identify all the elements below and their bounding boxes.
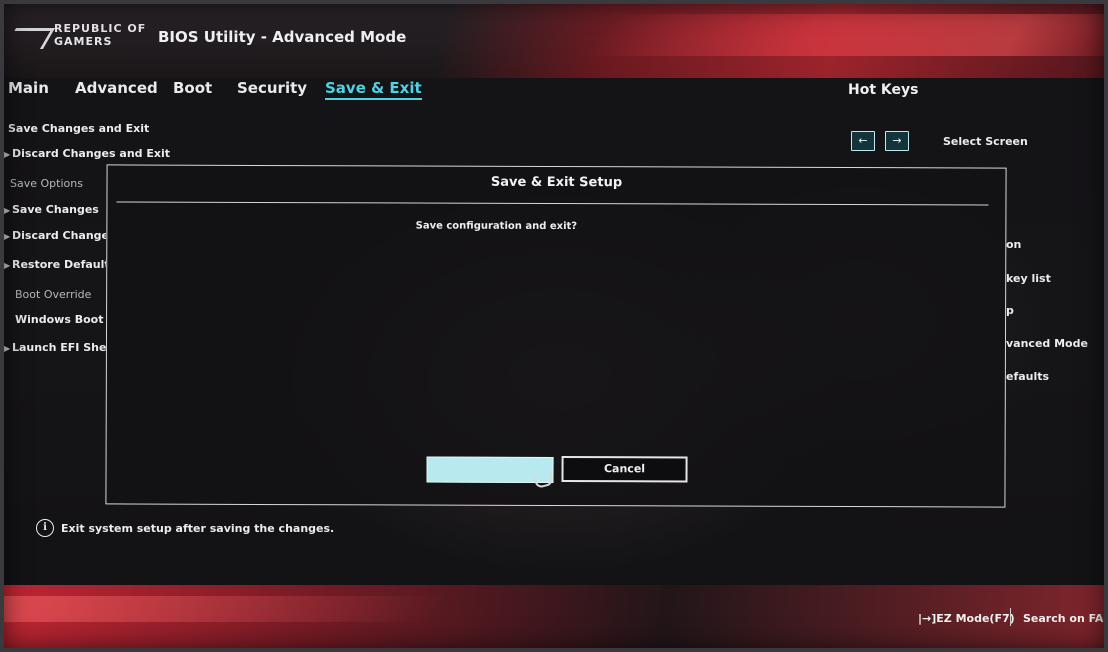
- arrow-right-key-icon: →: [885, 131, 909, 151]
- section-label: Boot Override: [15, 288, 92, 301]
- dialog-message: Save configuration and exit?: [415, 220, 578, 233]
- menu-label: Save Changes and Exit: [8, 122, 150, 135]
- app-title: BIOS Utility - Advanced Mode: [158, 28, 407, 46]
- hotkey-label-partial: on: [1006, 238, 1022, 251]
- menu-label: Windows Boot Manager: [15, 313, 106, 326]
- rog-logo: REPUBLIC OF GAMERS: [3, 22, 150, 54]
- tab-boot[interactable]: Boot: [173, 79, 212, 97]
- menu-windows-boot-manager[interactable]: Windows Boot Manager: [15, 313, 106, 326]
- footer-red-stripe: [0, 596, 450, 622]
- mouse-cursor-icon: [533, 470, 554, 490]
- arrow-right-icon: ▶: [4, 206, 11, 215]
- hotkey-label-partial: efaults: [1006, 370, 1050, 383]
- hotkey-label-partial: p: [1006, 304, 1014, 317]
- menu-restore-defaults[interactable]: ▶ Restore Defaults: [4, 258, 106, 271]
- menu-label: Discard Changes and Exit: [12, 147, 170, 160]
- info-icon: i: [36, 519, 54, 537]
- menu-label: Launch EFI Shell: [12, 341, 106, 354]
- menu-label: Save Changes: [12, 203, 99, 216]
- hotkeys-title: Hot Keys: [848, 82, 919, 98]
- arrow-right-icon: ▶: [4, 344, 11, 353]
- hotkey-label-partial: vanced Mode: [1006, 337, 1088, 350]
- rog-eye-icon: [3, 28, 56, 49]
- save-exit-dialog: Save & Exit Setup Save configuration and…: [105, 164, 1007, 508]
- menu-save-changes-and-exit[interactable]: Save Changes and Exit: [8, 122, 149, 135]
- dialog-divider: [116, 201, 989, 206]
- footer-divider: [1010, 608, 1011, 626]
- menu-discard-changes[interactable]: ▶ Discard Changes: [4, 229, 106, 242]
- header-red-stripe: [587, 14, 1108, 56]
- menu-launch-efi-shell[interactable]: ▶ Launch EFI Shell: [4, 341, 106, 354]
- menu-label: Restore Defaults: [12, 258, 106, 271]
- hotkey-select-screen: Select Screen: [943, 135, 1028, 148]
- tab-save-exit[interactable]: Save & Exit: [325, 79, 422, 100]
- hotkey-label-partial: key list: [1006, 272, 1051, 285]
- arrow-right-icon: ▶: [4, 150, 11, 159]
- tab-advanced[interactable]: Advanced: [75, 79, 158, 97]
- search-faq-link[interactable]: Search on FAQ: [1023, 612, 1108, 625]
- help-text: Exit system setup after saving the chang…: [61, 522, 335, 535]
- ez-mode-button[interactable]: |→]EZ Mode(F7): [918, 612, 1015, 625]
- tab-main[interactable]: Main: [8, 79, 49, 97]
- menu-section-boot-override: Boot Override: [15, 288, 106, 301]
- menu-discard-changes-and-exit[interactable]: ▶ Discard Changes and Exit: [4, 147, 170, 160]
- arrow-right-icon: ▶: [4, 261, 11, 270]
- cancel-button[interactable]: Cancel: [561, 456, 688, 483]
- dialog-title: Save & Exit Setup: [490, 174, 623, 191]
- tab-security[interactable]: Security: [237, 79, 307, 97]
- logo-line-1: REPUBLIC OF: [54, 22, 147, 35]
- logo-line-2: GAMERS: [54, 35, 113, 48]
- arrow-right-icon: ▶: [4, 232, 11, 241]
- section-label: Save Options: [10, 177, 83, 190]
- menu-label: Discard Changes: [12, 229, 106, 242]
- arrow-left-key-icon: ←: [851, 131, 875, 151]
- menu-section-save-options: Save Options: [10, 177, 83, 190]
- menu-save-changes[interactable]: ▶ Save Changes: [4, 203, 106, 216]
